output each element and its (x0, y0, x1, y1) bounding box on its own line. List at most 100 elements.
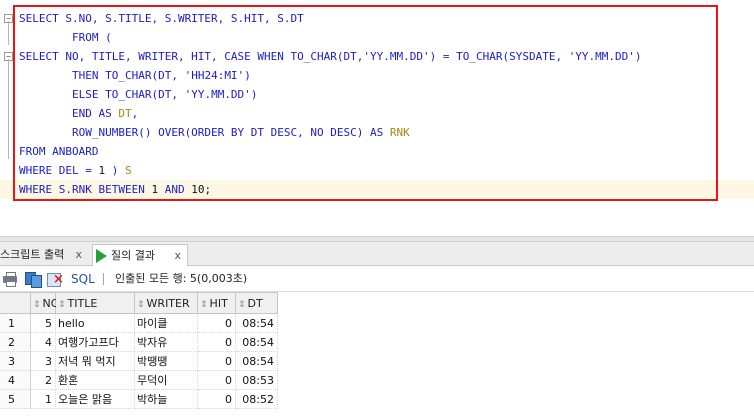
sort-icon: ⇕ (137, 300, 145, 310)
tab-query-result[interactable]: 질의 결과 x (92, 244, 188, 266)
code-token: AND (158, 183, 192, 196)
code-token: ) = TO_CHAR(SYSDATE, (429, 50, 569, 63)
code-line[interactable]: SELECT S.NO, S.TITLE, S.WRITER, S.HIT, S… (0, 9, 754, 28)
row-number-cell[interactable]: 3 (0, 352, 31, 371)
cell-hit[interactable]: 0 (198, 314, 236, 333)
code-token: , (131, 107, 139, 120)
close-icon[interactable]: x (75, 244, 82, 265)
result-grid[interactable]: ⇕ NO ⇕ TITLE ⇕ WRITER ⇕ HIT ⇕ DT 1 5 hello 마이클 0 0… (0, 292, 754, 420)
code-token: ROW_NUMBER() OVER(ORDER BY DT DESC, NO D… (19, 126, 390, 139)
code-line-text: SELECT NO, TITLE, WRITER, HIT, CASE WHEN… (19, 47, 642, 66)
column-header-title[interactable]: ⇕ TITLE (56, 292, 135, 314)
code-line-text: ROW_NUMBER() OVER(ORDER BY DT DESC, NO D… (19, 123, 410, 142)
row-number-cell[interactable]: 2 (0, 333, 31, 352)
code-token: S (124, 164, 132, 177)
cell-title[interactable]: hello (56, 314, 135, 333)
result-tab-bar: 스크립트 출력 x 질의 결과 x (0, 242, 754, 266)
code-line-text: WHERE DEL = 1 ) S (19, 161, 132, 180)
cell-hit[interactable]: 0 (198, 333, 236, 352)
code-token: 'HH24:MI' (184, 69, 245, 82)
column-header-no[interactable]: ⇕ NO (31, 292, 59, 314)
code-line-text: WHERE S.RNK BETWEEN 1 AND 10; (19, 180, 211, 199)
code-line[interactable]: THEN TO_CHAR(DT, 'HH24:MI') (0, 66, 754, 85)
result-toolbar: × SQL 인출된 모든 행: 5(0,003초) (0, 266, 754, 292)
code-line-text: FROM ( (19, 28, 112, 47)
cell-no[interactable]: 4 (31, 333, 56, 352)
close-icon[interactable]: x (174, 245, 181, 266)
sql-editor[interactable]: SELECT S.NO, S.TITLE, S.WRITER, S.HIT, S… (0, 0, 754, 236)
code-line[interactable]: SELECT NO, TITLE, WRITER, HIT, CASE WHEN… (0, 47, 754, 66)
column-header-dt[interactable]: ⇕ DT (236, 292, 278, 314)
cell-title[interactable]: 여행가고프다 (56, 333, 135, 352)
sort-icon: ⇕ (33, 300, 41, 310)
tab-script-output[interactable]: 스크립트 출력 x (0, 244, 88, 266)
cell-dt[interactable]: 08:53 (236, 371, 278, 390)
row-number-cell[interactable]: 5 (0, 390, 31, 409)
code-line[interactable]: FROM ANBOARD (0, 142, 754, 161)
code-line-text: END AS DT, (19, 104, 138, 123)
print-icon[interactable] (2, 271, 18, 287)
cell-dt[interactable]: 08:54 (236, 333, 278, 352)
tab-script-output-label: 스크립트 출력 (0, 248, 65, 261)
toolbar-separator (103, 273, 104, 285)
code-line[interactable]: WHERE DEL = 1 ) S (0, 161, 754, 180)
cell-title[interactable]: 오늘은 맑음 (56, 390, 135, 409)
code-token: WHERE DEL = (19, 164, 99, 177)
code-token: 'YY.MM.DD' (184, 88, 251, 101)
row-number-header (0, 292, 31, 314)
cell-no[interactable]: 2 (31, 371, 56, 390)
refresh-icon[interactable] (25, 271, 42, 288)
cell-writer[interactable]: 무덕이 (135, 371, 198, 390)
code-token: 'YY.MM.DD' (363, 50, 430, 63)
code-token: THEN TO_CHAR(DT, (19, 69, 185, 82)
cell-dt[interactable]: 08:54 (236, 314, 278, 333)
cell-writer[interactable]: 박자유 (135, 333, 198, 352)
code-line-text: SELECT S.NO, S.TITLE, S.WRITER, S.HIT, S… (19, 9, 304, 28)
code-token: 'YY.MM.DD' (568, 50, 635, 63)
code-token: ) (250, 88, 258, 101)
row-number-cell[interactable]: 4 (0, 371, 31, 390)
column-header-hit[interactable]: ⇕ HIT (198, 292, 236, 314)
tab-query-result-label: 질의 결과 (111, 249, 155, 262)
fetch-status: 인출된 모든 행: 5(0,003초) (115, 272, 248, 285)
code-token: FROM ANBOARD (19, 145, 99, 158)
code-line[interactable]: ELSE TO_CHAR(DT, 'YY.MM.DD') (0, 85, 754, 104)
code-line[interactable]: END AS DT, (0, 104, 754, 123)
code-token: FROM ( (19, 31, 112, 44)
play-icon (96, 249, 107, 263)
cell-writer[interactable]: 박하늘 (135, 390, 198, 409)
cell-dt[interactable]: 08:52 (236, 390, 278, 409)
sql-button[interactable]: SQL (71, 271, 95, 287)
row-number-cell[interactable]: 1 (0, 314, 31, 333)
code-line-text: THEN TO_CHAR(DT, 'HH24:MI') (19, 66, 251, 85)
code-token: END AS (19, 107, 119, 120)
code-token: ; (204, 183, 212, 196)
code-token: RNK (389, 126, 410, 139)
code-line-text: FROM ANBOARD (19, 142, 98, 161)
code-line-text: ELSE TO_CHAR(DT, 'YY.MM.DD') (19, 85, 257, 104)
code-token: 10 (191, 183, 205, 196)
code-token: ) (105, 164, 125, 177)
code-line[interactable]: ROW_NUMBER() OVER(ORDER BY DT DESC, NO D… (0, 123, 754, 142)
cell-hit[interactable]: 0 (198, 352, 236, 371)
cell-title[interactable]: 환혼 (56, 371, 135, 390)
cell-writer[interactable]: 마이클 (135, 314, 198, 333)
code-token: WHERE S.RNK BETWEEN (19, 183, 152, 196)
cell-no[interactable]: 3 (31, 352, 56, 371)
code-token: DT (118, 107, 132, 120)
cell-no[interactable]: 1 (31, 390, 56, 409)
cell-hit[interactable]: 0 (198, 371, 236, 390)
cell-dt[interactable]: 08:54 (236, 352, 278, 371)
sort-icon: ⇕ (58, 300, 66, 310)
code-token: ) (244, 69, 251, 82)
fold-guide (8, 59, 9, 159)
code-token: SELECT NO, TITLE, WRITER, HIT, CASE WHEN… (19, 50, 364, 63)
cell-writer[interactable]: 박땡땡 (135, 352, 198, 371)
delete-icon[interactable]: × (47, 271, 64, 287)
cell-hit[interactable]: 0 (198, 390, 236, 409)
cell-title[interactable]: 저녁 뭐 먹지 (56, 352, 135, 371)
code-line[interactable]: WHERE S.RNK BETWEEN 1 AND 10; (0, 180, 754, 199)
cell-no[interactable]: 5 (31, 314, 56, 333)
code-line[interactable]: FROM ( (0, 28, 754, 47)
column-header-writer[interactable]: ⇕ WRITER (135, 292, 198, 314)
